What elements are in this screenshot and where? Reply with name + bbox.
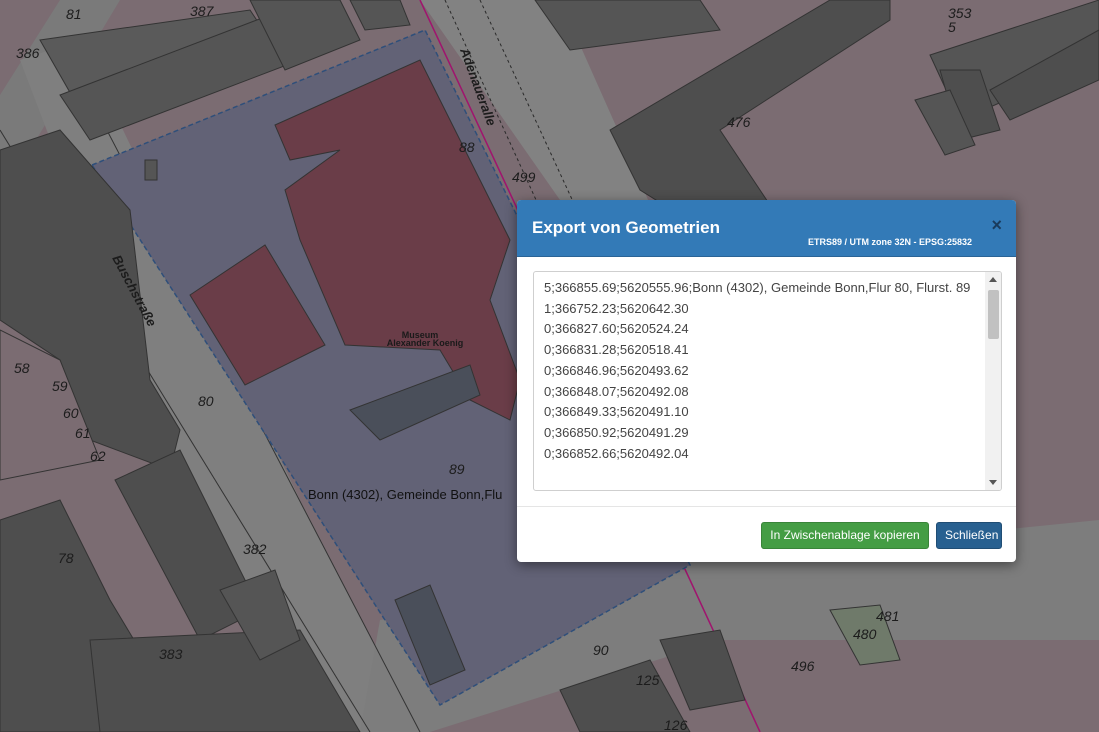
svg-text:382: 382	[243, 541, 267, 557]
parcel-label: Bonn (4302), Gemeinde Bonn,Flu	[308, 487, 502, 502]
copy-to-clipboard-button[interactable]: In Zwischenablage kopieren	[761, 522, 929, 549]
svg-text:78: 78	[58, 550, 74, 566]
svg-text:499: 499	[512, 169, 536, 185]
svg-text:5: 5	[948, 19, 956, 35]
coordinate-textarea[interactable]: 5;366855.69;5620555.96;Bonn (4302), Geme…	[533, 271, 1002, 491]
svg-text:90: 90	[593, 642, 609, 658]
coordinate-list: 5;366855.69;5620555.96;Bonn (4302), Geme…	[544, 278, 974, 464]
close-icon[interactable]: ×	[991, 216, 1002, 234]
svg-text:88: 88	[459, 139, 475, 155]
coordinate-line: 0;366831.28;5620518.41	[544, 342, 689, 358]
coordinate-line: 1;366752.23;5620642.30	[544, 300, 689, 316]
svg-text:386: 386	[16, 45, 40, 61]
dialog-header: Export von Geometrien × ETRS89 / UTM zon…	[517, 200, 1016, 257]
vertical-scrollbar[interactable]	[985, 272, 1001, 490]
svg-text:89: 89	[449, 461, 465, 477]
coordinate-line: 0;366849.33;5620491.10	[544, 404, 689, 420]
coordinate-line: 0;366827.60;5620524.24	[544, 321, 689, 337]
svg-text:387: 387	[190, 3, 215, 19]
svg-text:62: 62	[90, 448, 106, 464]
svg-text:81: 81	[66, 6, 82, 22]
scroll-down-icon[interactable]	[989, 480, 997, 485]
svg-text:480: 480	[853, 626, 877, 642]
svg-text:126: 126	[664, 717, 688, 732]
svg-text:496: 496	[791, 658, 815, 674]
scroll-up-icon[interactable]	[989, 277, 997, 282]
coordinate-line: 0;366850.92;5620491.29	[544, 424, 689, 440]
dialog-footer: In Zwischenablage kopieren Schließen	[517, 506, 1016, 562]
dialog-title: Export von Geometrien	[532, 218, 720, 237]
museum-label-line2: Alexander Koenig	[387, 338, 464, 348]
coordinate-line: 0;366852.66;5620492.04	[544, 445, 689, 461]
svg-text:60: 60	[63, 405, 79, 421]
svg-text:59: 59	[52, 378, 68, 394]
svg-text:58: 58	[14, 360, 30, 376]
scroll-thumb[interactable]	[988, 290, 999, 339]
svg-text:125: 125	[636, 672, 660, 688]
coordinate-line: 0;366848.07;5620492.08	[544, 383, 689, 399]
svg-text:481: 481	[876, 608, 899, 624]
export-geometry-dialog: Export von Geometrien × ETRS89 / UTM zon…	[517, 200, 1016, 562]
crs-label: ETRS89 / UTM zone 32N - EPSG:25832	[807, 237, 972, 247]
svg-text:476: 476	[727, 114, 751, 130]
close-button[interactable]: Schließen	[936, 522, 1002, 549]
svg-text:383: 383	[159, 646, 183, 662]
svg-text:80: 80	[198, 393, 214, 409]
coordinate-line: 5;366855.69;5620555.96;Bonn (4302), Geme…	[544, 280, 971, 295]
coordinate-line: 0;366846.96;5620493.62	[544, 362, 689, 378]
svg-text:61: 61	[75, 425, 91, 441]
